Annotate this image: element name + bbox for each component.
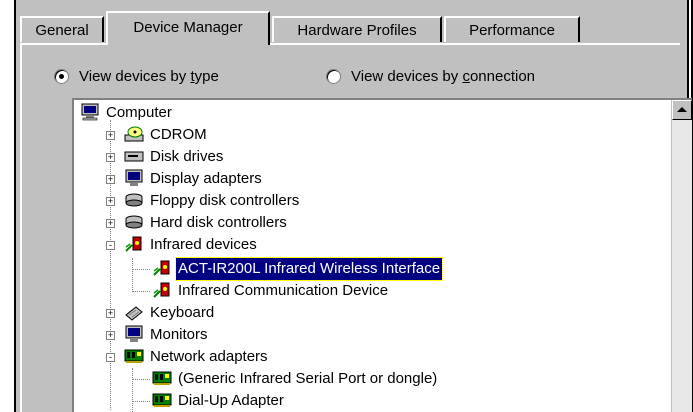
- expand-toggle[interactable]: +: [106, 197, 115, 206]
- radio-unchecked-indicator[interactable]: [326, 68, 341, 84]
- expand-toggle[interactable]: +: [106, 331, 115, 340]
- tree-item-label: Infrared Communication Device: [178, 282, 389, 299]
- tree-item-label: Floppy disk controllers: [150, 192, 300, 209]
- tree-item-monitors[interactable]: + Monitors: [102, 324, 210, 346]
- tree-item-label: Dial-Up Adapter: [178, 392, 284, 409]
- tree-item-act-ir200l[interactable]: ACT-IR200L Infrared Wireless Interface: [126, 257, 444, 281]
- tree-item-label: (Generic Infrared Serial Port or dongle): [178, 370, 438, 387]
- disk-drive-icon: [124, 147, 144, 165]
- tree-item-dial-up-adapter[interactable]: Dial-Up Adapter: [126, 390, 286, 412]
- radio-view-by-type[interactable]: View devices by type: [54, 66, 219, 88]
- tree-item-hard-disk-controllers[interactable]: + Hard disk controllers: [102, 212, 289, 234]
- network-adapter-icon: [152, 369, 172, 387]
- tree-item-infrared-communication-device[interactable]: Infrared Communication Device: [126, 280, 390, 302]
- tree-item-label: Infrared devices: [150, 236, 257, 253]
- tree-item-label-selected: ACT-IR200L Infrared Wireless Interface: [174, 257, 444, 281]
- expand-toggle[interactable]: +: [106, 219, 115, 228]
- tree-item-disk-drives[interactable]: + Disk drives: [102, 146, 225, 168]
- expand-toggle[interactable]: +: [106, 309, 115, 318]
- device-tree[interactable]: Computer + CDROM + Disk drives + Display…: [72, 98, 692, 412]
- radio-view-by-connection-label: View devices by connection: [351, 68, 536, 85]
- tree-item-label: Keyboard: [150, 304, 215, 321]
- tab-device-manager[interactable]: Device Manager: [106, 11, 270, 45]
- collapse-toggle[interactable]: -: [106, 241, 115, 250]
- tree-item-infrared-devices[interactable]: - Infrared devices: [102, 234, 259, 256]
- network-adapter-icon: [124, 347, 144, 365]
- tab-general[interactable]: General: [20, 16, 104, 42]
- cdrom-icon: [124, 125, 144, 143]
- collapse-toggle[interactable]: -: [106, 353, 115, 362]
- tab-hardware-profiles[interactable]: Hardware Profiles: [272, 16, 442, 42]
- tree-item-label: Hard disk controllers: [150, 214, 287, 231]
- tab-performance[interactable]: Performance: [444, 16, 580, 42]
- tree-item-generic-infrared-serial-port[interactable]: (Generic Infrared Serial Port or dongle): [126, 368, 439, 390]
- left-border: [0, 0, 16, 412]
- disk-controller-icon: [124, 213, 144, 231]
- expand-toggle[interactable]: +: [106, 131, 115, 140]
- infrared-icon: [124, 235, 144, 253]
- tree-item-floppy-disk-controllers[interactable]: + Floppy disk controllers: [102, 190, 301, 212]
- scroll-up-button[interactable]: [672, 100, 692, 120]
- tree-item-label: Disk drives: [150, 148, 224, 165]
- tree-item-label: Monitors: [150, 326, 208, 343]
- network-adapter-icon: [152, 391, 172, 409]
- screenshot-frame: General Device Manager Hardware Profiles…: [0, 0, 693, 412]
- monitor-icon: [124, 325, 144, 343]
- infrared-icon: [152, 259, 172, 277]
- tree-item-label: CDROM: [150, 126, 207, 143]
- radio-checked-indicator[interactable]: [54, 68, 69, 84]
- tree-item-network-adapters[interactable]: - Network adapters: [102, 346, 270, 368]
- tree-scrollbar[interactable]: [671, 100, 692, 412]
- expand-toggle[interactable]: +: [106, 175, 115, 184]
- infrared-icon: [152, 281, 172, 299]
- tree-item-cdrom[interactable]: + CDROM: [102, 124, 209, 146]
- expand-toggle[interactable]: +: [106, 153, 115, 162]
- monitor-icon: [124, 169, 144, 187]
- tree-item-label: Computer: [106, 104, 172, 121]
- tree-item-display-adapters[interactable]: + Display adapters: [102, 168, 264, 190]
- radio-view-by-type-label: View devices by type: [79, 68, 219, 85]
- tree-item-label: Display adapters: [150, 170, 262, 187]
- computer-icon: [80, 103, 100, 121]
- radio-view-by-connection[interactable]: View devices by connection: [326, 66, 535, 88]
- disk-controller-icon: [124, 191, 144, 209]
- keyboard-icon: [124, 303, 144, 321]
- tree-item-keyboard[interactable]: + Keyboard: [102, 302, 216, 324]
- tree-item-computer[interactable]: Computer: [80, 102, 174, 124]
- tree-item-label: Network adapters: [150, 348, 268, 365]
